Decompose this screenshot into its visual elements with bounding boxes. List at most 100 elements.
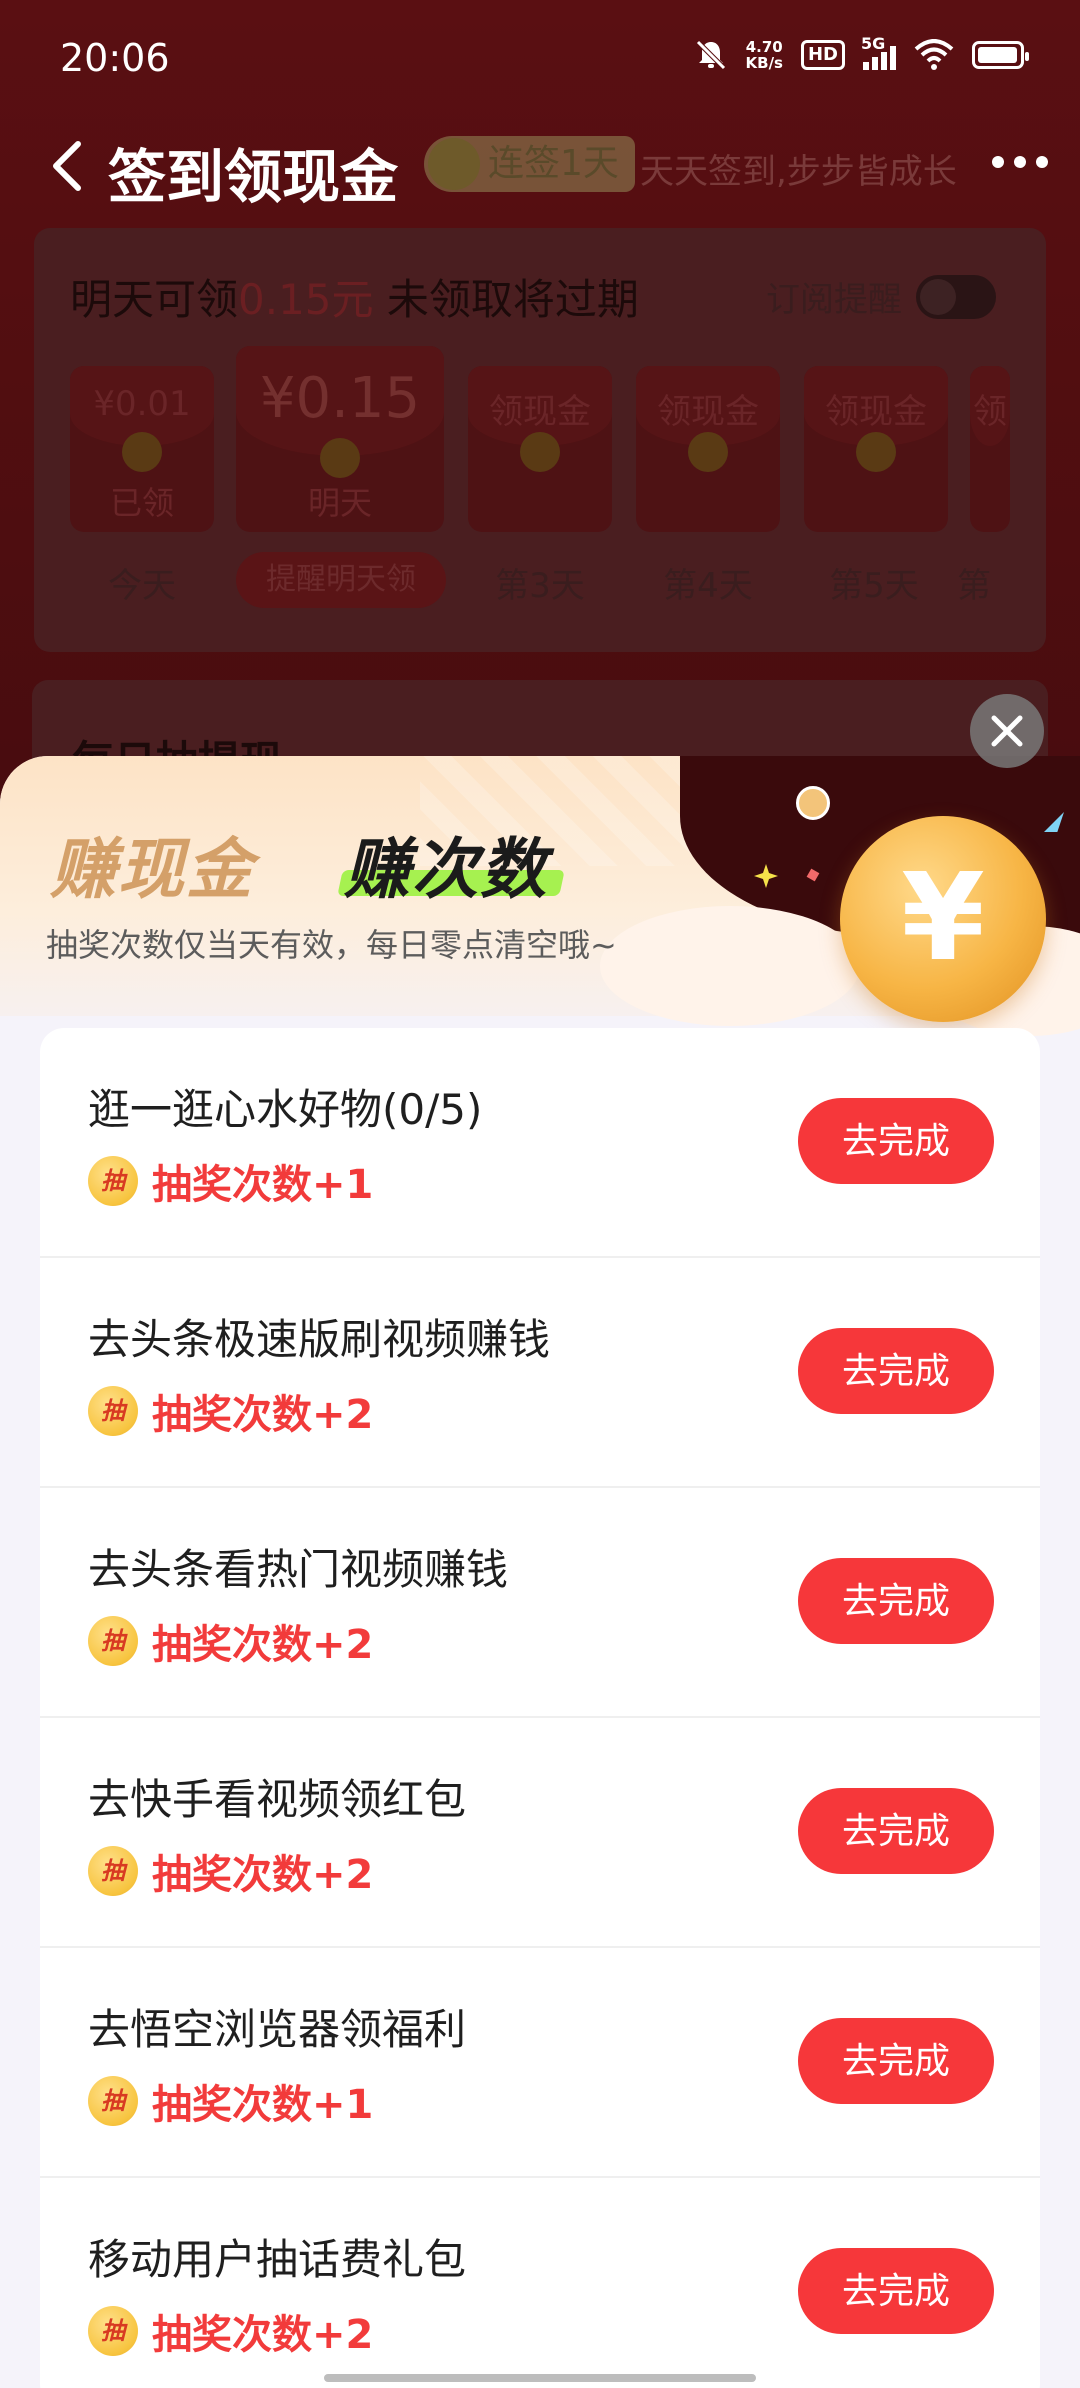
envelope-label: 领 [973, 392, 1007, 432]
reward-text: 抽奖次数+2 [152, 2312, 374, 2358]
status-time: 20:06 [60, 36, 170, 80]
task-reward: 抽 抽奖次数+2 [88, 1382, 373, 1440]
headline-amount: 0.15元 [238, 275, 374, 324]
more-icon[interactable] [992, 156, 1048, 168]
small-coin-icon [796, 786, 830, 820]
hd-badge: HD [800, 40, 845, 70]
task-name: 移动用户抽话费礼包 [88, 2235, 467, 2284]
day-label-3: 第3天 [495, 566, 585, 606]
envelope-day-5: 领现金 [804, 366, 948, 532]
lottery-icon: 抽 [88, 1386, 138, 1436]
task-list: 逛一逛心水好物(0/5) 抽 抽奖次数+1 去完成 去头条极速版刷视频赚钱 抽 … [40, 1028, 1040, 2388]
status-icons: 4.70 KB/s HD 5G [694, 34, 1029, 72]
streak-badge: 连签1天 [424, 136, 635, 192]
speed-value: 4.70 [745, 38, 783, 56]
task-name: 去头条看热门视频赚钱 [88, 1545, 509, 1594]
envelope-status: 明天 [307, 484, 372, 522]
reward-text: 抽奖次数+2 [152, 1852, 374, 1898]
signin-card: 明天可领0.15元 未领取将过期 订阅提醒 ¥0.01 已领 ¥0.15 明天 … [34, 228, 1046, 652]
complete-task-button[interactable]: 去完成 [798, 2018, 994, 2104]
day-label-5: 第5天 [829, 566, 919, 606]
lottery-icon: 抽 [88, 1616, 138, 1666]
tab-earn-count[interactable]: 赚次数 [344, 816, 548, 912]
sparkle-icon [1044, 812, 1064, 832]
reward-text: 抽奖次数+1 [152, 2082, 374, 2128]
task-reward: 抽 抽奖次数+1 [88, 1152, 373, 1210]
envelope-label: 领现金 [825, 392, 927, 432]
close-sheet-button[interactable] [970, 694, 1044, 768]
task-item: 去头条看热门视频赚钱 抽 抽奖次数+2 去完成 [40, 1488, 1040, 1718]
headline-prefix: 明天可领 [70, 275, 239, 324]
lottery-icon: 抽 [88, 2076, 138, 2126]
tab-earn-cash[interactable]: 赚现金 [50, 816, 254, 912]
signal-icon: 5G [861, 34, 896, 70]
mute-bell-icon [695, 40, 726, 70]
day-label-4: 第4天 [663, 566, 753, 606]
task-item: 逛一逛心水好物(0/5) 抽 抽奖次数+1 去完成 [40, 1028, 1040, 1258]
earn-sheet: 赚现金 赚次数 抽奖次数仅当天有效，每日零点清空哦~ ¥ 逛一逛心水好物(0/5… [0, 756, 1080, 2388]
envelope-day-3: 领现金 [468, 366, 612, 532]
task-name: 去快手看视频领红包 [88, 1775, 467, 1824]
streak-label: 连签1天 [488, 143, 619, 184]
subscribe-toggle[interactable] [916, 274, 996, 319]
seal-icon [320, 438, 360, 478]
subscribe-label: 订阅提醒 [766, 280, 902, 320]
seal-icon [688, 432, 728, 472]
day-label-1: 今天 [108, 566, 176, 606]
envelope-day-4: 领现金 [636, 366, 780, 532]
streak-shield-icon [428, 138, 480, 190]
subscribe-reminder: 订阅提醒 [766, 272, 996, 321]
lottery-icon: 抽 [88, 1156, 138, 1206]
day-label-6: 第 [957, 566, 991, 606]
complete-task-button[interactable]: 去完成 [798, 1328, 994, 1414]
page-title: 签到领现金 [108, 143, 399, 211]
envelope-day-1: ¥0.01 已领 [70, 366, 214, 532]
task-item: 去悟空浏览器领福利 抽 抽奖次数+1 去完成 [40, 1948, 1040, 2178]
headline-suffix: 未领取将过期 [373, 275, 639, 324]
complete-task-button[interactable]: 去完成 [798, 1098, 994, 1184]
slogan: 天天签到,步步皆成长 [640, 152, 957, 192]
task-name: 去头条极速版刷视频赚钱 [88, 1315, 551, 1364]
envelope-amount: ¥0.15 [259, 366, 421, 431]
sparkle-icon [754, 864, 778, 888]
speed-unit: KB/s [745, 54, 783, 72]
envelope-label: 领现金 [489, 392, 591, 432]
task-reward: 抽 抽奖次数+2 [88, 2302, 373, 2360]
sheet-header: 赚现金 赚次数 抽奖次数仅当天有效，每日零点清空哦~ ¥ [0, 756, 1080, 1036]
task-reward: 抽 抽奖次数+1 [88, 2072, 373, 2130]
envelope-label: 领现金 [657, 392, 759, 432]
task-item: 移动用户抽话费礼包 抽 抽奖次数+2 去完成 [40, 2178, 1040, 2388]
complete-task-button[interactable]: 去完成 [798, 2248, 994, 2334]
back-arrow-icon[interactable] [46, 138, 86, 194]
home-indicator[interactable] [324, 2374, 756, 2382]
task-reward: 抽 抽奖次数+2 [88, 1842, 373, 1900]
envelope-status: 已领 [109, 484, 174, 522]
network-type: 5G [861, 34, 886, 53]
lottery-icon: 抽 [88, 1846, 138, 1896]
envelope-day-6: 领 [970, 366, 1010, 532]
seal-icon [122, 432, 162, 472]
task-reward: 抽 抽奖次数+2 [88, 1612, 373, 1670]
task-name: 逛一逛心水好物(0/5) [88, 1085, 483, 1134]
lottery-icon: 抽 [88, 2306, 138, 2356]
close-icon [991, 715, 1023, 747]
seal-icon [520, 432, 560, 472]
task-item: 去快手看视频领红包 抽 抽奖次数+2 去完成 [40, 1718, 1040, 1948]
yuan-coin-icon: ¥ [840, 816, 1046, 1022]
reward-text: 抽奖次数+2 [152, 1622, 374, 1668]
complete-task-button[interactable]: 去完成 [798, 1788, 994, 1874]
signin-headline: 明天可领0.15元 未领取将过期 [70, 266, 639, 327]
sheet-subtitle: 抽奖次数仅当天有效，每日零点清空哦~ [46, 926, 617, 964]
battery-icon [972, 41, 1029, 69]
status-bar: 20:06 4.70 KB/s HD 5G [0, 0, 1080, 116]
remind-tomorrow-button[interactable]: 提醒明天领 [236, 552, 446, 608]
seal-icon [856, 432, 896, 472]
reward-text: 抽奖次数+1 [152, 1162, 374, 1208]
task-name: 去悟空浏览器领福利 [88, 2005, 467, 2054]
envelope-amount: ¥0.01 [93, 384, 191, 424]
task-item: 去头条极速版刷视频赚钱 抽 抽奖次数+2 去完成 [40, 1258, 1040, 1488]
nav-bar: 签到领现金 连签1天 天天签到,步步皆成长 [0, 116, 1080, 216]
reward-text: 抽奖次数+2 [152, 1392, 374, 1438]
network-speed: 4.70 KB/s [746, 39, 783, 71]
complete-task-button[interactable]: 去完成 [798, 1558, 994, 1644]
